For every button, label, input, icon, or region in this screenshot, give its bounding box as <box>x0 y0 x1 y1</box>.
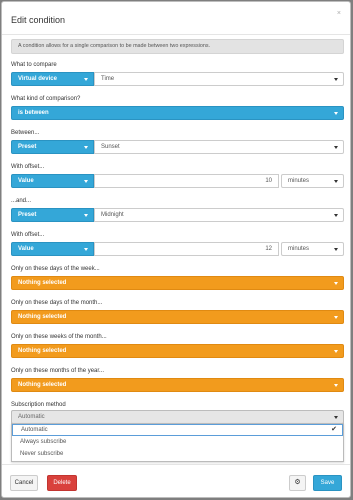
offset1-unit: minutes <box>288 178 310 184</box>
dialog-header: Edit condition × <box>2 2 350 35</box>
save-button[interactable]: Save <box>313 475 342 491</box>
subscription-value: Automatic <box>18 414 45 420</box>
comparison-label: What kind of comparison? <box>11 96 81 102</box>
days-week-row: Nothing selected <box>11 276 344 290</box>
compare-value: Time <box>101 76 115 82</box>
weeks-month-row: Nothing selected <box>11 344 344 358</box>
offset1-label: With offset... <box>11 164 45 170</box>
checkmark-icon: ✔ <box>331 426 337 433</box>
option-automatic[interactable]: Automatic ✔ <box>12 424 343 436</box>
dialog-footer: Cancel Delete ⚙ Save <box>2 464 350 498</box>
weeks-month-multiselect[interactable]: Nothing selected <box>11 344 344 358</box>
option-never-subscribe[interactable]: Never subscribe <box>12 448 343 460</box>
between-type-label: Preset <box>18 144 37 150</box>
days-week-label: Only on these days of the week... <box>11 266 100 272</box>
offset2-label: With offset... <box>11 232 45 238</box>
gear-icon[interactable]: ⚙ <box>289 475 306 491</box>
and-value-select[interactable]: Midnight <box>94 208 344 222</box>
and-row: Preset Midnight <box>11 208 344 222</box>
and-type-label: Preset <box>18 212 37 218</box>
and-label: ...and... <box>11 198 32 204</box>
months-year-value: Nothing selected <box>18 382 67 388</box>
subscription-select[interactable]: Automatic <box>11 410 344 424</box>
days-week-value: Nothing selected <box>18 280 67 286</box>
caret-down-icon <box>84 78 88 81</box>
offset2-row: Value 12 minutes <box>11 242 344 256</box>
weeks-month-label: Only on these weeks of the month... <box>11 334 107 340</box>
offset2-unit-select[interactable]: minutes <box>281 242 344 256</box>
comparison-dropdown[interactable]: is between <box>11 106 344 120</box>
subscription-row: Automatic <box>11 410 344 424</box>
cancel-button[interactable]: Cancel <box>10 475 38 491</box>
caret-down-icon <box>334 146 338 149</box>
and-type-dropdown[interactable]: Preset <box>11 208 94 222</box>
option-label: Always subscribe <box>20 439 67 445</box>
edit-condition-dialog: Edit condition × A condition allows for … <box>1 1 351 498</box>
caret-down-icon <box>334 180 338 183</box>
days-month-multiselect[interactable]: Nothing selected <box>11 310 344 324</box>
caret-down-icon <box>84 214 88 217</box>
option-label: Automatic <box>21 427 48 433</box>
compare-label: What to compare <box>11 62 57 68</box>
caret-down-icon <box>334 350 338 353</box>
comparison-row: is between <box>11 106 344 120</box>
days-month-row: Nothing selected <box>11 310 344 324</box>
subscription-dropdown-menu: Automatic ✔ Always subscribe Never subsc… <box>11 423 344 462</box>
days-month-label: Only on these days of the month... <box>11 300 103 306</box>
delete-button[interactable]: Delete <box>47 475 77 491</box>
offset2-type-label: Value <box>18 246 34 252</box>
offset1-row: Value 10 minutes <box>11 174 344 188</box>
between-type-dropdown[interactable]: Preset <box>11 140 94 154</box>
offset1-amount-input[interactable]: 10 <box>94 174 279 188</box>
offset2-type-dropdown[interactable]: Value <box>11 242 94 256</box>
caret-down-icon <box>84 180 88 183</box>
caret-down-icon <box>334 316 338 319</box>
option-label: Never subscribe <box>20 451 64 457</box>
offset2-amount-input[interactable]: 12 <box>94 242 279 256</box>
caret-down-icon <box>84 248 88 251</box>
dialog-title: Edit condition <box>11 15 66 25</box>
between-value: Sunset <box>101 144 120 150</box>
months-year-row: Nothing selected <box>11 378 344 392</box>
offset1-type-label: Value <box>18 178 34 184</box>
caret-down-icon <box>334 214 338 217</box>
compare-type-dropdown[interactable]: Virtual device <box>11 72 94 86</box>
caret-down-icon <box>334 248 338 251</box>
caret-down-icon <box>334 112 338 115</box>
caret-down-icon <box>334 282 338 285</box>
compare-row: Virtual device Time <box>11 72 344 86</box>
close-icon[interactable]: × <box>337 10 341 17</box>
caret-down-icon <box>334 384 338 387</box>
days-week-multiselect[interactable]: Nothing selected <box>11 276 344 290</box>
caret-down-icon <box>84 146 88 149</box>
weeks-month-value: Nothing selected <box>18 348 67 354</box>
days-month-value: Nothing selected <box>18 314 67 320</box>
subscription-label: Subscription method <box>11 402 66 408</box>
caret-down-icon <box>334 416 338 419</box>
comparison-value: is between <box>18 110 49 116</box>
and-value: Midnight <box>101 212 124 218</box>
months-year-label: Only on these months of the year... <box>11 368 105 374</box>
offset1-unit-select[interactable]: minutes <box>281 174 344 188</box>
compare-value-select[interactable]: Time <box>94 72 344 86</box>
option-always-subscribe[interactable]: Always subscribe <box>12 436 343 448</box>
between-label: Between... <box>11 130 40 136</box>
between-row: Preset Sunset <box>11 140 344 154</box>
info-message: A condition allows for a single comparis… <box>11 39 344 54</box>
months-year-multiselect[interactable]: Nothing selected <box>11 378 344 392</box>
compare-type-label: Virtual device <box>18 76 57 82</box>
offset2-unit: minutes <box>288 246 310 252</box>
between-value-select[interactable]: Sunset <box>94 140 344 154</box>
offset1-type-dropdown[interactable]: Value <box>11 174 94 188</box>
caret-down-icon <box>334 78 338 81</box>
